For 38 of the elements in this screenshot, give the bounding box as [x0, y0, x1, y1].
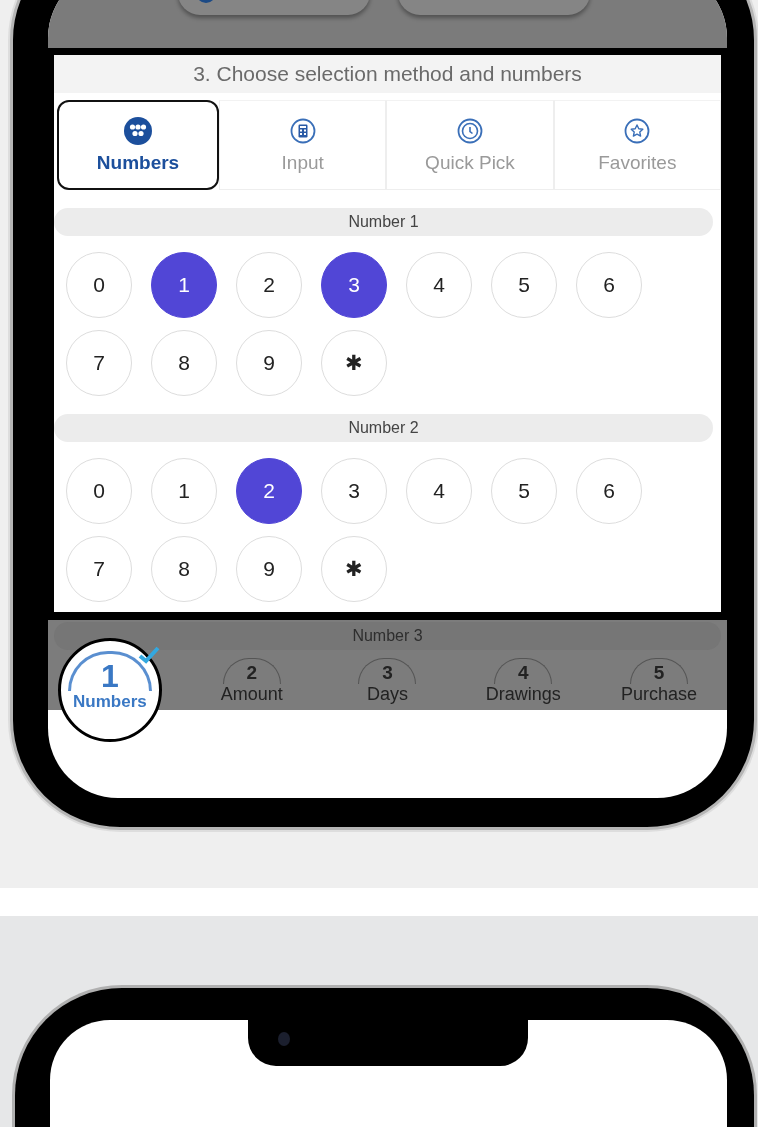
step-number: 1: [67, 651, 152, 691]
number-ball[interactable]: 7: [66, 330, 132, 396]
dots-icon: [123, 116, 153, 146]
number-ball[interactable]: 2: [236, 252, 302, 318]
group-label: Number 2: [54, 414, 713, 442]
step-label: Purchase: [621, 684, 698, 704]
section-title: 3. Choose selection method and numbers: [54, 55, 721, 93]
number-ball[interactable]: 9: [236, 330, 302, 396]
number-ball[interactable]: 4: [406, 252, 472, 318]
number-ball[interactable]: 8: [151, 536, 217, 602]
step-label: Amount: [220, 684, 283, 704]
number-ball[interactable]: 0: [66, 458, 132, 524]
number-ball[interactable]: 1: [151, 252, 217, 318]
number-ball[interactable]: 1: [151, 458, 217, 524]
number-ball[interactable]: 7: [66, 536, 132, 602]
number-ball[interactable]: 9: [236, 536, 302, 602]
tab[interactable]: Numbers: [57, 100, 219, 190]
clock-icon: [457, 116, 483, 146]
step-label: Drawings: [485, 684, 561, 704]
number-ball[interactable]: 0: [66, 252, 132, 318]
number-ball[interactable]: ✱: [321, 330, 387, 396]
number-ball[interactable]: 5: [491, 458, 557, 524]
number-ball[interactable]: 6: [576, 458, 642, 524]
number-ball[interactable]: 6: [576, 252, 642, 318]
step-label: Numbers: [73, 692, 147, 712]
group-label: Number 3: [54, 622, 721, 650]
number-ball[interactable]: 3: [321, 252, 387, 318]
number-ball[interactable]: 2: [236, 458, 302, 524]
number-ball[interactable]: 3: [321, 458, 387, 524]
step-label: Days: [367, 684, 408, 704]
number-ball[interactable]: 5: [491, 252, 557, 318]
number-ball[interactable]: 8: [151, 330, 217, 396]
number-ball[interactable]: ✱: [321, 536, 387, 602]
calculator-icon: [289, 116, 316, 146]
camera-icon: [278, 1032, 290, 1046]
number-ball[interactable]: 4: [406, 458, 472, 524]
group-label: Number 1: [54, 208, 713, 236]
spotlight-step[interactable]: 1 Numbers: [57, 638, 162, 742]
